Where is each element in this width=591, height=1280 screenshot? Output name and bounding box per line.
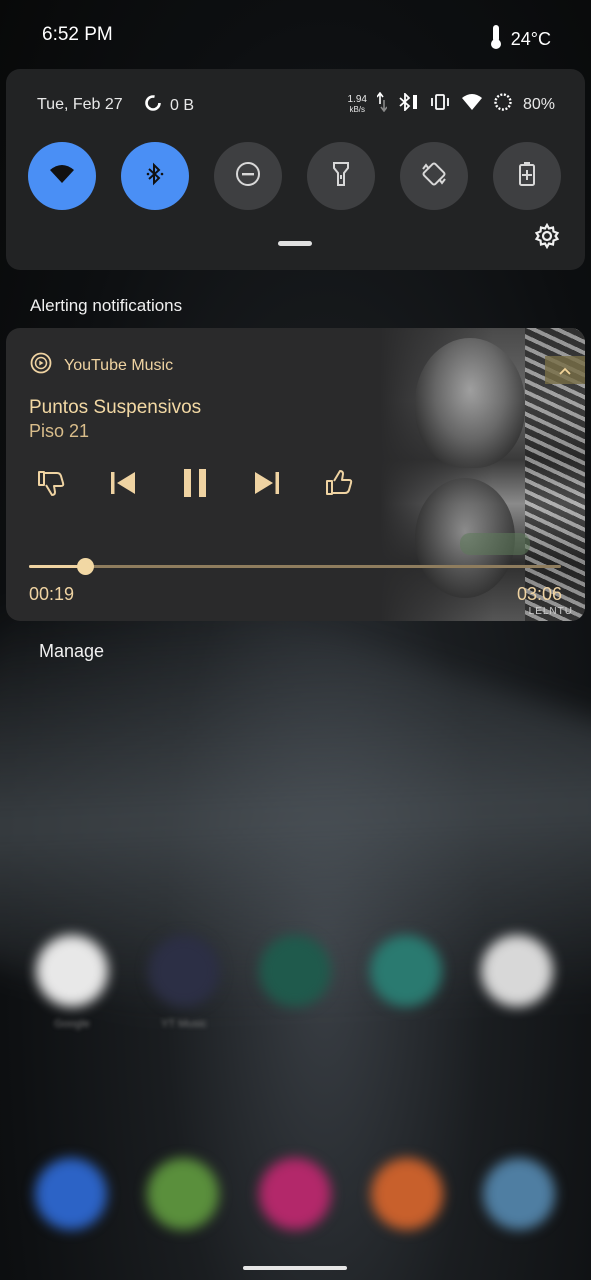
album-art-face-top xyxy=(415,338,525,468)
app-icon-3 xyxy=(259,935,331,1007)
qs-status-icons: 1.94 kB/s 80% xyxy=(347,91,555,117)
gesture-nav-handle[interactable] xyxy=(243,1266,347,1270)
qs-expand-handle[interactable] xyxy=(278,241,312,246)
manage-button[interactable]: Manage xyxy=(39,641,104,662)
section-title: Alerting notifications xyxy=(30,296,183,315)
phone-icon xyxy=(35,1158,107,1230)
camera-icon xyxy=(483,1158,555,1230)
home-label-2: YT Music xyxy=(161,1018,207,1030)
status-bar: 6:52 PM 24°C xyxy=(0,0,591,70)
tile-flashlight[interactable] xyxy=(307,142,375,210)
battery-percent: 80% xyxy=(522,95,555,113)
media-app-header: YouTube Music xyxy=(30,352,173,379)
elapsed-time: 00:19 xyxy=(29,584,75,604)
skip-previous-icon xyxy=(108,469,138,502)
wifi-icon xyxy=(49,164,75,189)
app-icon-4 xyxy=(370,935,442,1007)
quick-settings-panel: Tue, Feb 27 0 B 1.94 kB/s 80% xyxy=(6,69,585,270)
bluetooth-icon xyxy=(145,162,165,191)
total-duration: 03:06 xyxy=(516,584,562,604)
pause-button[interactable] xyxy=(177,467,213,503)
flashlight-icon xyxy=(332,161,350,192)
dnd-icon xyxy=(235,161,261,192)
vibrate-icon xyxy=(429,93,451,116)
gear-icon xyxy=(534,222,560,253)
rotate-icon xyxy=(420,160,448,193)
dislike-button[interactable] xyxy=(33,467,69,503)
play-store-icon xyxy=(481,935,553,1007)
status-time: 6:52 PM xyxy=(42,24,113,45)
album-art-accent xyxy=(460,533,530,555)
settings-button[interactable] xyxy=(534,222,560,254)
yt-music-app-icon xyxy=(148,935,220,1007)
brave-browser-icon xyxy=(371,1158,443,1230)
previous-button[interactable] xyxy=(105,467,141,503)
temperature-value: 24°C xyxy=(510,29,551,49)
data-usage-value: 0 B xyxy=(170,96,195,114)
qs-date[interactable]: Tue, Feb 27 xyxy=(37,96,123,114)
data-activity-icon xyxy=(376,91,388,117)
tile-battery-saver[interactable] xyxy=(493,142,561,210)
wallpaper xyxy=(0,532,591,1168)
tile-do-not-disturb[interactable] xyxy=(214,142,282,210)
artist-name: Piso 21 xyxy=(29,421,90,441)
net-speed: 1.94 kB/s xyxy=(347,93,367,114)
status-temperature: 24°C xyxy=(489,24,551,55)
album-art-watermark: LELNTU xyxy=(528,606,573,617)
messages-icon xyxy=(147,1158,219,1230)
wifi-status-icon xyxy=(461,93,483,116)
bluetooth-status-icon xyxy=(397,91,419,116)
google-app-icon xyxy=(36,935,108,1007)
data-usage-icon xyxy=(144,94,162,117)
skip-next-icon xyxy=(252,469,282,502)
data-usage[interactable]: 0 B xyxy=(144,94,194,117)
pause-icon xyxy=(181,468,209,503)
seek-bar-thumb[interactable] xyxy=(76,558,94,575)
youtube-music-icon xyxy=(30,352,52,379)
thermometer-icon xyxy=(489,24,503,55)
like-button[interactable] xyxy=(321,467,357,503)
battery-icon xyxy=(493,92,513,117)
tile-bluetooth[interactable] xyxy=(121,142,189,210)
battery-saver-icon xyxy=(518,161,536,192)
music-app-icon xyxy=(259,1158,331,1230)
song-title: Puntos Suspensivos xyxy=(29,397,202,418)
tile-wifi[interactable] xyxy=(28,142,96,210)
next-button[interactable] xyxy=(249,467,285,503)
collapse-button[interactable] xyxy=(545,356,585,384)
thumbs-down-icon xyxy=(36,469,66,502)
home-label-1: Google xyxy=(54,1018,90,1030)
thumbs-up-icon xyxy=(324,469,354,502)
media-notification[interactable]: LELNTU YouTube Music Puntos Suspensivos … xyxy=(6,328,585,621)
seek-bar[interactable] xyxy=(29,558,561,575)
tile-auto-rotate[interactable] xyxy=(400,142,468,210)
media-app-name: YouTube Music xyxy=(64,356,174,374)
chevron-up-icon xyxy=(559,362,571,378)
